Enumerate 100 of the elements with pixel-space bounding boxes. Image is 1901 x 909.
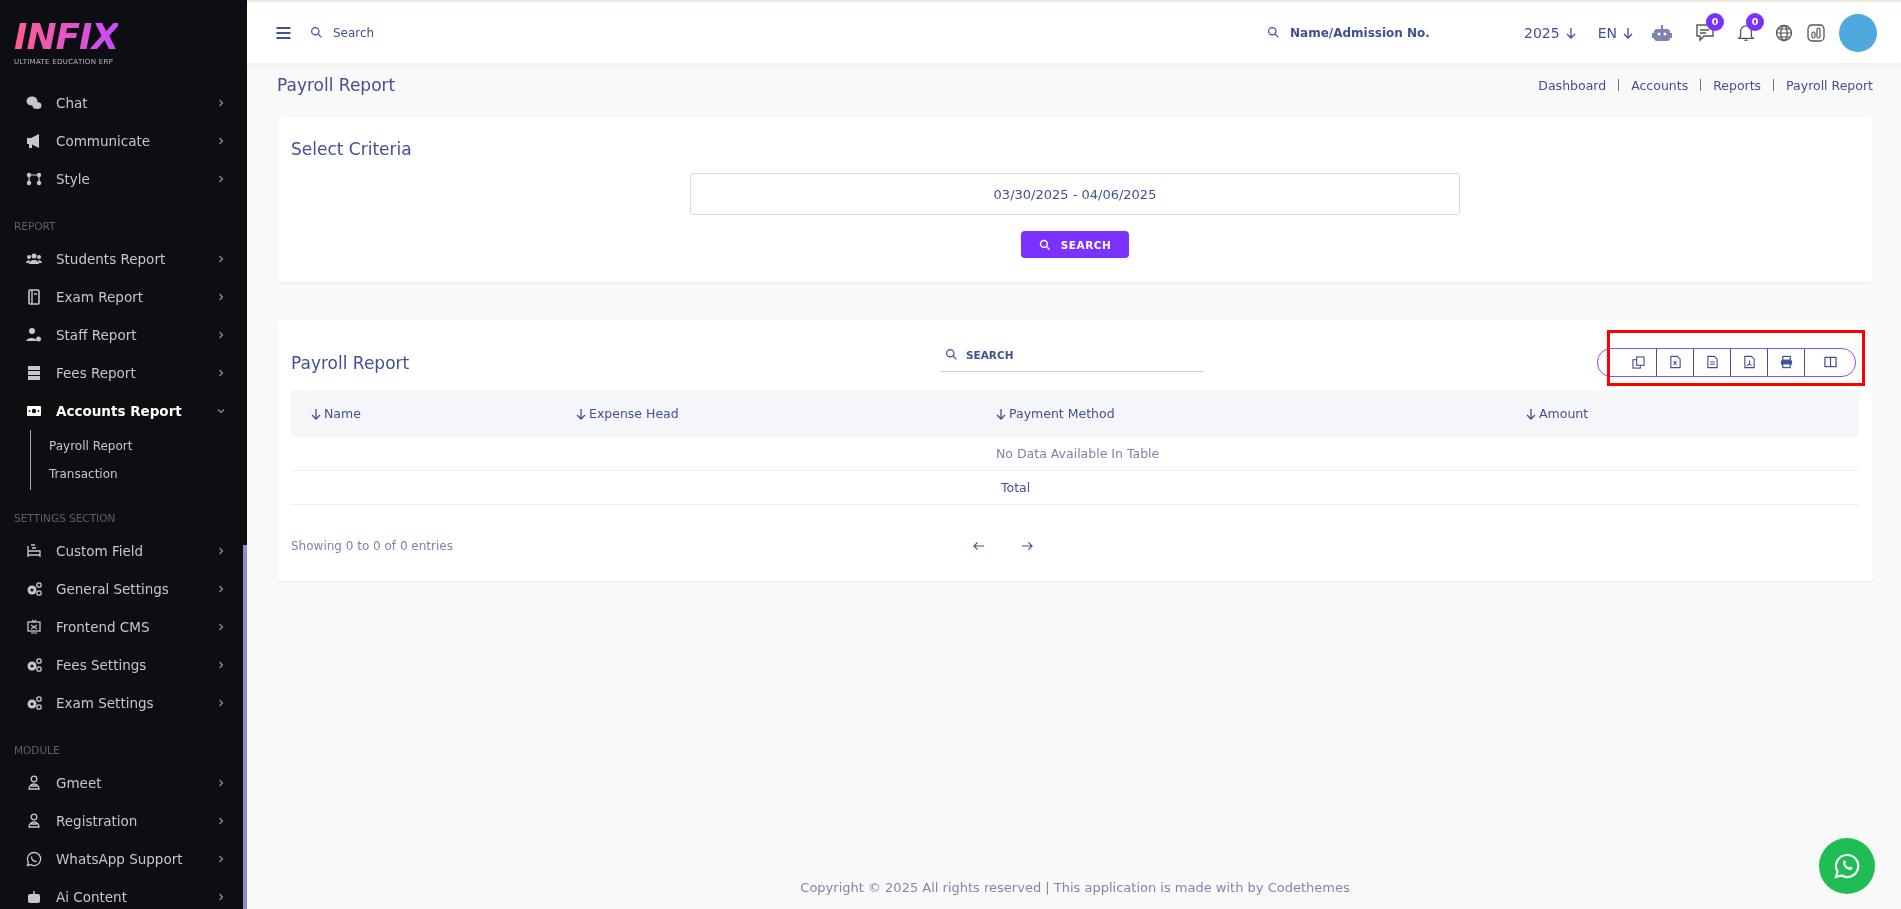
arrow-down-icon [576, 407, 586, 420]
breadcrumb-link[interactable]: Reports [1713, 77, 1762, 93]
chart-icon [1807, 23, 1825, 42]
search-icon [1267, 26, 1281, 39]
table-search-field[interactable]: SEARCH [966, 338, 1203, 372]
sidebar-item[interactable]: Fees Report [0, 354, 247, 392]
money-icon [26, 403, 42, 419]
chevron-right-icon [217, 661, 225, 669]
chevron-right-icon [217, 331, 225, 339]
globe-icon [1775, 23, 1793, 42]
page-title: Payroll Report [277, 75, 397, 95]
column-header[interactable]: Payment Method [976, 390, 1506, 437]
sidebar-item[interactable]: Style [0, 160, 247, 198]
gears-icon [26, 695, 42, 711]
chevron-right-icon [217, 585, 225, 593]
sidebar-item[interactable]: Frontend CMS [0, 608, 247, 646]
arrow-right-icon [1021, 539, 1034, 553]
chevron-right-icon [217, 855, 225, 863]
megaphone-icon [26, 133, 42, 149]
chevron-right-icon [217, 699, 225, 707]
arrow-down-icon [1565, 26, 1576, 39]
sidebar-item[interactable]: Communicate [0, 122, 247, 160]
copy-icon [1631, 355, 1645, 369]
bed-icon [26, 543, 42, 559]
book-icon [26, 289, 42, 305]
nodes-icon [26, 171, 42, 187]
year-dropdown[interactable]: 2025 [1520, 24, 1580, 41]
breadcrumb-link[interactable]: Dashboard [1538, 77, 1607, 93]
chevron-right-icon [217, 99, 225, 107]
submenu-item[interactable]: Payroll Report [31, 432, 247, 460]
search-icon [310, 26, 323, 39]
columns-icon [1823, 355, 1837, 369]
chevron-right-icon [217, 893, 225, 901]
person-icon [26, 775, 42, 791]
arrow-down-icon [996, 407, 1006, 420]
breadcrumb-link[interactable]: Accounts [1631, 77, 1689, 93]
menu-button[interactable] [275, 24, 292, 41]
chevron-right-icon [217, 137, 225, 145]
notification-count-badge: 0 [1746, 12, 1764, 31]
spreadsheet-file-icon [1668, 355, 1682, 369]
breadcrumb-link[interactable]: Payroll Report [1786, 77, 1873, 93]
print-icon [1779, 355, 1793, 369]
gears-icon [26, 581, 42, 597]
chevron-right-icon [217, 547, 225, 555]
pdf-file-icon [1742, 355, 1756, 369]
column-header[interactable]: Name [291, 390, 556, 437]
sidebar-item[interactable]: Fees Settings [0, 646, 247, 684]
server-icon [26, 365, 42, 381]
total-label: Total [1000, 480, 1031, 495]
chevron-right-icon [217, 293, 225, 301]
avatar[interactable] [1839, 13, 1877, 52]
scrollbar-thumb[interactable] [243, 545, 247, 909]
card-title: Payroll Report [291, 352, 411, 373]
copyright-text: Copyright © 2025 All rights reserved | This application is made with by Codethemes [799, 880, 1351, 897]
date-range-field[interactable]: 03/30/2025 - 04/06/2025 [690, 173, 1460, 215]
arrow-left-icon [972, 539, 985, 553]
card-title: Select Criteria [291, 139, 413, 159]
search-field[interactable]: Search [331, 24, 485, 41]
robot-icon [26, 889, 42, 905]
sidebar-item[interactable]: Gmeet [0, 764, 247, 802]
whatsapp-icon [1833, 852, 1861, 880]
section-heading: SETTINGS SECTION [13, 512, 117, 524]
chat-icon [26, 95, 42, 111]
chevron-right-icon [217, 779, 225, 787]
message-count-badge: 0 [1706, 12, 1724, 31]
sidebar-item[interactable]: Custom Field [0, 532, 247, 570]
arrow-down-icon [1623, 26, 1633, 39]
gears-icon [26, 657, 42, 673]
sidebar-item[interactable]: General Settings [0, 570, 247, 608]
sidebar-item[interactable]: Registration [0, 802, 247, 840]
text-file-icon [1705, 355, 1719, 369]
arrow-down-icon [1526, 407, 1536, 420]
submenu-item[interactable]: Transaction [31, 460, 247, 488]
menu-icon [275, 24, 292, 41]
sidebar-item[interactable]: Exam Settings [0, 684, 247, 722]
sidebar-item[interactable]: Staff Report [0, 316, 247, 354]
chevron-right-icon [217, 175, 225, 183]
arrow-down-icon [311, 407, 321, 420]
column-header[interactable]: Expense Head [556, 390, 976, 437]
monitor-icon [26, 619, 42, 635]
student-search-field[interactable]: Name/Admission No. [1288, 24, 1453, 41]
sidebar-item[interactable]: Chat [0, 84, 247, 122]
section-heading: MODULE [13, 744, 61, 756]
section-heading: REPORT [13, 220, 57, 232]
search-button[interactable]: SEARCH [1020, 231, 1130, 258]
sidebar-item[interactable]: Exam Report [0, 278, 247, 316]
chevron-right-icon [217, 623, 225, 631]
chevron-right-icon [217, 817, 225, 825]
sidebar-item[interactable]: WhatsApp Support [0, 840, 247, 878]
robot-icon [1651, 23, 1673, 42]
sidebar-item[interactable]: Accounts Report [0, 392, 247, 430]
chevron-down-icon [217, 407, 225, 415]
whatsapp-icon [26, 851, 42, 867]
language-dropdown[interactable]: EN [1593, 24, 1637, 41]
chevron-right-icon [217, 369, 225, 377]
user-icon [26, 327, 42, 343]
empty-table-message: No Data Available In Table [995, 446, 1160, 461]
column-header[interactable]: Amount [1506, 390, 1859, 437]
sidebar-item[interactable]: Students Report [0, 240, 247, 278]
sidebar-item[interactable]: Ai Content [0, 878, 247, 909]
